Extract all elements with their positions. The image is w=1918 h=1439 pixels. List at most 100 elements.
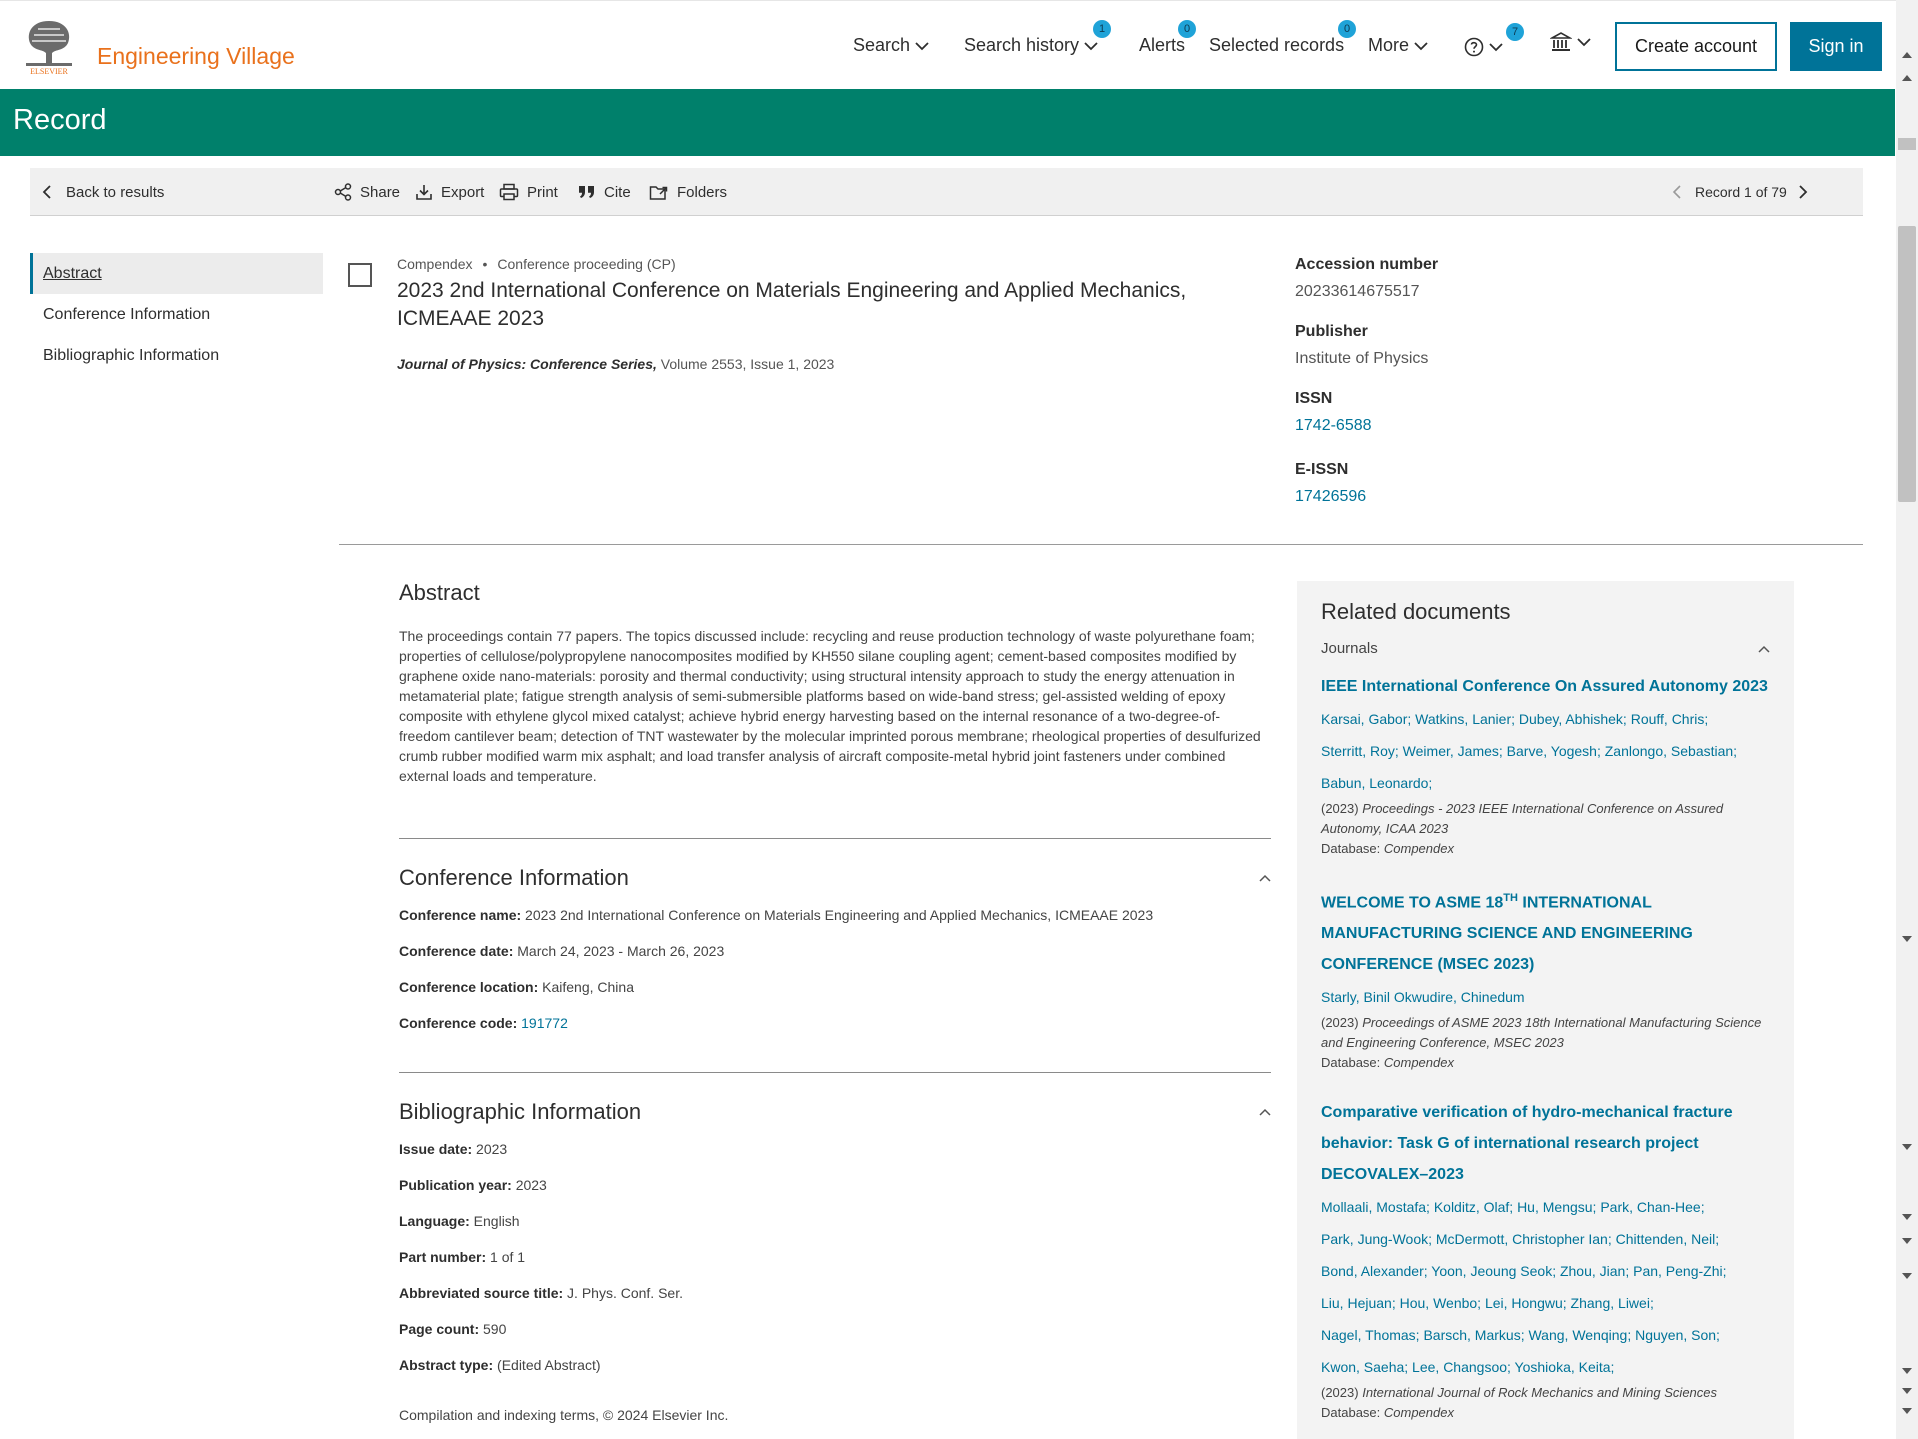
scroll-down-arrow-icon[interactable] (1902, 1368, 1912, 1374)
print-button[interactable]: Print (499, 168, 558, 216)
database-label: Database: (1321, 1405, 1384, 1421)
section-nav-abstract[interactable]: Abstract (30, 253, 323, 294)
next-record-button[interactable] (1798, 168, 1808, 216)
related-doc: WELCOME TO ASME 18TH INTERNATIONAL MANUF… (1321, 883, 1770, 1073)
related-doc-title[interactable]: Comparative verification of hydro-mechan… (1321, 1097, 1770, 1190)
field-label: Conference date: (399, 943, 514, 959)
issue-date-field: Issue date: 2023 (399, 1141, 1271, 1177)
abstract-text: The proceedings contain 77 papers. The t… (399, 628, 1261, 784)
issn-link[interactable]: 1742-6588 (1295, 417, 1655, 435)
search-history-badge: 1 (1093, 20, 1111, 38)
conference-code-link[interactable]: 191772 (521, 1015, 568, 1031)
related-doc-database: Database: Compendex (1321, 1053, 1770, 1073)
elsevier-tree-logo[interactable]: ELSEVIER (20, 13, 78, 76)
meta-separator: • (482, 256, 488, 272)
citation-venue: International Journal of Rock Mechanics … (1362, 1385, 1718, 1401)
section-divider (399, 838, 1271, 839)
scroll-down-arrow-icon[interactable] (1902, 1408, 1912, 1414)
related-doc-title[interactable]: WELCOME TO ASME 18TH INTERNATIONAL MANUF… (1321, 883, 1770, 980)
record-meta: Compendex • Conference proceeding (CP) (397, 256, 676, 272)
section-nav-conference[interactable]: Conference Information (30, 294, 323, 335)
record-position: Record 1 of 79 (1695, 184, 1787, 200)
print-icon (499, 183, 519, 201)
author-link[interactable]: Kwon, Saeha; Lee, Changsoo; Yoshioka, Ke… (1321, 1351, 1770, 1383)
scroll-up-arrow-icon[interactable] (1902, 75, 1912, 81)
record-doc-type: Conference proceeding (CP) (497, 256, 676, 272)
nav-institution[interactable] (1550, 31, 1591, 53)
eissn-link[interactable]: 17426596 (1295, 488, 1655, 506)
record-database: Compendex (397, 256, 473, 272)
share-button[interactable]: Share (334, 168, 400, 216)
author-link[interactable]: Sterritt, Roy; Weimer, James; Barve, Yog… (1321, 735, 1770, 767)
author-link[interactable]: Starly, Binil Okwudire, Chinedum (1321, 981, 1770, 1013)
chevron-up-icon (1259, 1108, 1271, 1116)
publisher-value: Institute of Physics (1295, 350, 1429, 367)
back-to-results-button[interactable]: Back to results (42, 168, 164, 216)
database-value: Compendex (1383, 1405, 1454, 1421)
scroll-up-arrow-icon[interactable] (1902, 52, 1912, 58)
export-button[interactable]: Export (415, 168, 484, 216)
scrollbar-segment[interactable] (1898, 138, 1916, 150)
database-value: Compendex (1383, 1055, 1454, 1071)
source-journal: Journal of Physics: Conference Series, (397, 356, 657, 372)
scroll-down-arrow-icon[interactable] (1902, 936, 1912, 942)
page-scrollbar[interactable] (1896, 0, 1918, 1439)
nav-alerts[interactable]: Alerts (1139, 35, 1185, 56)
brand-title[interactable]: Engineering Village (97, 43, 295, 70)
alerts-badge: 0 (1178, 20, 1196, 38)
publication-year-field: Publication year: 2023 (399, 1177, 1271, 1213)
record-toolbar: Back to results Share Export Print Cite … (30, 168, 1863, 216)
scroll-down-arrow-icon[interactable] (1902, 1388, 1912, 1394)
scroll-down-arrow-icon[interactable] (1902, 1214, 1912, 1220)
nav-help[interactable] (1464, 37, 1503, 57)
author-link[interactable]: Park, Jung-Wook; McDermott, Christopher … (1321, 1223, 1770, 1255)
folders-button[interactable]: Folders (649, 168, 727, 216)
scroll-down-arrow-icon[interactable] (1902, 1238, 1912, 1244)
related-doc-database: Database: Compendex (1321, 1403, 1770, 1423)
record-divider (339, 544, 1863, 545)
create-account-button[interactable]: Create account (1615, 22, 1777, 71)
conference-header[interactable]: Conference Information (399, 865, 1271, 891)
section-nav-bibliographic[interactable]: Bibliographic Information (30, 335, 323, 376)
section-divider (399, 1072, 1271, 1073)
print-label: Print (527, 183, 558, 201)
scroll-down-arrow-icon[interactable] (1902, 1273, 1912, 1279)
bibliographic-header[interactable]: Bibliographic Information (399, 1099, 1271, 1125)
select-record-checkbox[interactable] (348, 263, 372, 287)
record-content: Abstract The proceedings contain 77 pape… (399, 580, 1271, 1423)
citation-year: (2023) (1321, 801, 1363, 816)
scrollbar-thumb[interactable] (1898, 226, 1916, 502)
previous-record-button[interactable] (1672, 168, 1682, 216)
field-label: Abbreviated source title: (399, 1285, 564, 1301)
chevron-down-icon (915, 41, 929, 50)
author-link[interactable]: Babun, Leonardo; (1321, 767, 1770, 799)
institution-icon (1550, 32, 1572, 51)
related-doc: Comparative verification of hydro-mechan… (1321, 1097, 1770, 1423)
nav-more[interactable]: More (1368, 35, 1428, 56)
author-link[interactable]: Karsai, Gabor; Watkins, Lanier; Dubey, A… (1321, 703, 1770, 735)
author-link[interactable]: Mollaali, Mostafa; Kolditz, Olaf; Hu, Me… (1321, 1191, 1770, 1223)
related-doc-title[interactable]: IEEE International Conference On Assured… (1321, 671, 1770, 702)
author-link[interactable]: Liu, Hejuan; Hou, Wenbo; Lei, Hongwu; Zh… (1321, 1287, 1770, 1319)
folders-icon (649, 186, 668, 200)
related-journals-toggle[interactable]: Journals (1321, 640, 1770, 657)
part-number-field: Part number: 1 of 1 (399, 1249, 1271, 1285)
cite-button[interactable]: Cite (578, 168, 631, 216)
chevron-down-icon (1489, 43, 1503, 52)
author-link[interactable]: Bond, Alexander; Yoon, Jeoung Seok; Zhou… (1321, 1255, 1770, 1287)
share-icon (334, 183, 352, 201)
nav-selected-records[interactable]: Selected records (1209, 35, 1344, 56)
citation-year: (2023) (1321, 1015, 1363, 1031)
field-label: Part number: (399, 1249, 487, 1265)
nav-search-history[interactable]: Search history (964, 35, 1098, 56)
field-value: 2023 (476, 1141, 508, 1157)
record-title: 2023 2nd International Conference on Mat… (397, 279, 1187, 330)
selected-records-badge: 0 (1338, 20, 1356, 38)
sign-in-button[interactable]: Sign in (1790, 22, 1882, 71)
scroll-down-arrow-icon[interactable] (1902, 1144, 1912, 1150)
field-label: Conference code: (399, 1015, 518, 1031)
nav-search[interactable]: Search (853, 35, 929, 56)
field-label: Publication year: (399, 1177, 512, 1193)
cite-label: Cite (604, 183, 631, 201)
author-link[interactable]: Nagel, Thomas; Barsch, Markus; Wang, Wen… (1321, 1319, 1770, 1351)
